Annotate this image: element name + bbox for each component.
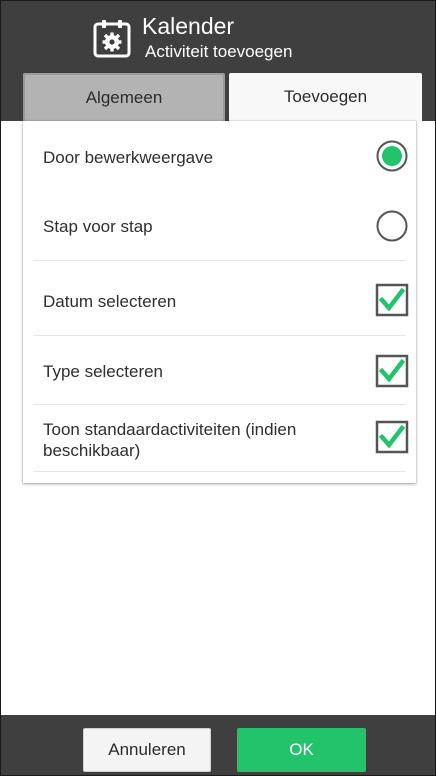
radio-unselected-icon[interactable] [375,209,409,243]
divider [33,471,406,472]
option-label: Door bewerkweergave [43,148,214,167]
option-label: Type selecteren [43,362,164,381]
tab-algemeen[interactable]: Algemeen [23,73,225,121]
calendar-gear-icon [93,20,131,58]
header-bar: Kalender Activiteit toevoegen Algemeen T… [1,1,435,121]
app-title: Kalender [142,13,235,39]
option-label: Toon standaardactiviteiten (indien besch… [43,420,297,460]
option-label: Stap voor stap [43,217,153,236]
option-row-toon-standaardactiviteiten[interactable]: Toon standaardactiviteiten (indien besch… [23,405,416,471]
tab-toevoegen[interactable]: Toevoegen [229,73,422,121]
cancel-button[interactable]: Annuleren [83,728,211,772]
tab-label: Toevoegen [283,87,368,106]
option-row-datum-selecteren[interactable]: Datum selecteren [23,263,416,335]
tab-label: Algemeen [85,88,163,107]
option-row-door-bewerkweergave[interactable]: Door bewerkweergave [23,121,416,191]
ok-button[interactable]: OK [237,728,366,772]
app-window: Kalender Activiteit toevoegen Algemeen T… [0,0,436,776]
app-subtitle: Activiteit toevoegen [145,42,293,61]
options-card: Door bewerkweergave Stap voor stap Datum… [23,121,416,483]
radio-selected-icon[interactable] [375,139,409,173]
checkbox-checked-icon[interactable] [375,283,409,317]
checkbox-checked-icon[interactable] [375,354,409,388]
option-label: Datum selecteren [43,292,177,311]
option-row-type-selecteren[interactable]: Type selecteren [23,336,416,404]
divider [33,260,406,261]
footer-bar: Annuleren OK [1,715,435,775]
option-row-stap-voor-stap[interactable]: Stap voor stap [23,191,416,261]
checkbox-checked-icon[interactable] [375,420,409,454]
